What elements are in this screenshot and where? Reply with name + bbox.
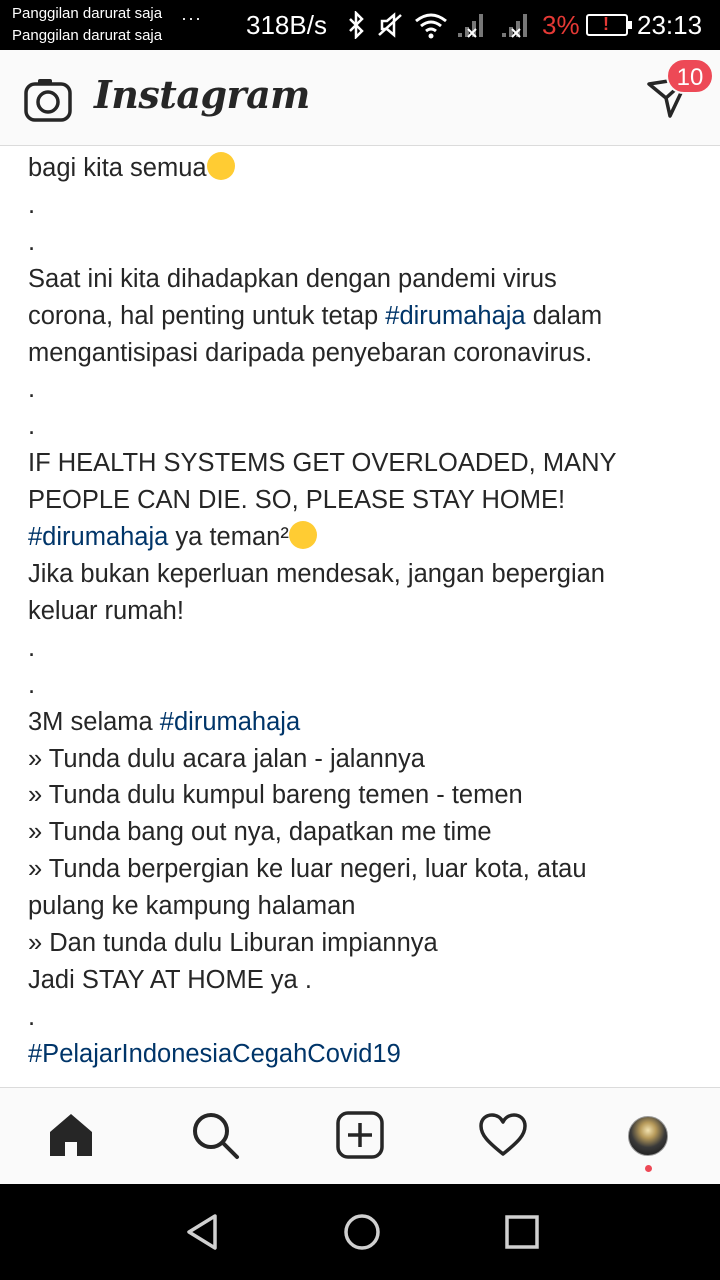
recents-square-icon[interactable] (502, 1212, 542, 1257)
hashtag-link[interactable]: #dirumahaja (28, 523, 168, 551)
caption-text: corona, hal penting untuk tetap (28, 301, 386, 330)
caption-text: » Dan tunda dulu Liburan impiannya (28, 929, 438, 958)
caption-text: Jika bukan keperluan mendesak, jangan be… (28, 559, 605, 588)
caption-text: » Tunda berpergian ke luar negeri, luar … (28, 855, 587, 884)
bluetooth-icon (349, 11, 364, 39)
caption-text: . (28, 670, 36, 699)
battery-percent: 3% (542, 10, 580, 40)
caption-line: keluar rumah! (28, 593, 696, 630)
caption-text: PEOPLE CAN DIE. SO, PLEASE STAY HOME! (28, 486, 566, 515)
caption-line: . (28, 630, 696, 667)
caption-line: » Tunda berpergian ke luar negeri, luar … (28, 851, 696, 888)
carrier-text: Panggilan darurat saja Panggilan darurat… (12, 3, 162, 47)
caption-text: Jadi STAY AT HOME ya . (28, 965, 312, 994)
signal-1-icon (458, 14, 483, 38)
back-icon[interactable] (183, 1212, 223, 1257)
caption-line: #PelajarIndonesiaCegahCovid19 (28, 1036, 696, 1073)
caption-line: mengantisipasi daripada penyebaran coron… (28, 335, 696, 372)
caption-line: #dirumahaja ya teman² (28, 519, 696, 556)
caption-line: Jadi STAY AT HOME ya . (28, 962, 696, 999)
status-icons (346, 10, 536, 40)
carrier-line-2: Panggilan darurat saja (12, 27, 163, 44)
mute-icon (378, 12, 402, 38)
hashtag-link[interactable]: #dirumahaja (385, 302, 525, 330)
hashtag-link[interactable]: #PelajarIndonesiaCegahCovid19 (28, 1040, 401, 1068)
network-speed: 318B/s (246, 10, 327, 40)
app-header: Instagram 10 (0, 50, 720, 146)
post-caption: bagi kita semua.. Saat ini kita dihadapka… (28, 150, 696, 1080)
caption-text: . (28, 1002, 36, 1031)
caption-text: . (28, 227, 36, 256)
search-tab-icon[interactable] (190, 1110, 240, 1160)
signal-2-icon (502, 14, 527, 38)
caption-line: . (28, 408, 696, 445)
carrier-line-1: Panggilan darurat saja (12, 5, 163, 22)
caption-text: . (28, 412, 36, 441)
caption-line: » Tunda bang out nya, dapatkan me time (28, 814, 696, 851)
clock: 23:13 (637, 10, 703, 40)
overflow-dots-icon: ··· (181, 8, 202, 28)
caption-line: corona, hal penting untuk tetap #dirumah… (28, 298, 696, 335)
status-bar: Panggilan darurat saja Panggilan darurat… (0, 0, 720, 50)
wifi-icon (415, 13, 447, 39)
profile-notification-dot (645, 1165, 652, 1172)
activity-heart-icon[interactable] (478, 1110, 528, 1160)
hashtag-link[interactable]: #dirumahaja (160, 708, 300, 736)
camera-icon[interactable] (24, 78, 72, 127)
caption-text: . (28, 633, 36, 662)
caption-text: bagi kita semua (28, 154, 207, 182)
caption-line: . (28, 999, 696, 1036)
new-post-tab-icon[interactable] (335, 1110, 385, 1160)
caption-line: bagi kita semua (28, 150, 696, 187)
caption-line: . (28, 667, 696, 704)
caption-text: dalam (525, 301, 603, 330)
emoji-icon (206, 152, 235, 180)
caption-line: . (28, 224, 696, 261)
caption-text: » Tunda dulu kumpul bareng temen - temen (28, 781, 523, 810)
home-tab-icon[interactable] (46, 1110, 96, 1160)
caption-line: Jika bukan keperluan mendesak, jangan be… (28, 556, 696, 593)
instagram-logo: Instagram (94, 72, 310, 117)
caption-text: mengantisipasi daripada penyebaran coron… (28, 338, 593, 367)
caption-text: Saat ini kita dihadapkan dengan pandemi … (28, 264, 557, 293)
caption-line: PEOPLE CAN DIE. SO, PLEASE STAY HOME! (28, 482, 696, 519)
profile-avatar[interactable] (628, 1116, 668, 1156)
caption-text: IF HEALTH SYSTEMS GET OVERLOADED, MANY (28, 449, 617, 478)
battery-icon: ! (586, 14, 632, 36)
caption-line: » Tunda dulu kumpul bareng temen - temen (28, 777, 696, 814)
caption-text: » Tunda dulu acara jalan - jalannya (28, 744, 425, 773)
caption-text: keluar rumah! (28, 596, 184, 625)
caption-text: » Tunda bang out nya, dapatkan me time (28, 818, 492, 847)
caption-text: . (28, 375, 36, 404)
caption-line: pulang ke kampung halaman (28, 888, 696, 925)
caption-line: IF HEALTH SYSTEMS GET OVERLOADED, MANY (28, 445, 696, 482)
caption-line: . (28, 187, 696, 224)
system-nav-bar (0, 1184, 720, 1280)
caption-line: 3M selama #dirumahaja (28, 704, 696, 741)
caption-line: . (28, 371, 696, 408)
emoji-icon (288, 521, 317, 550)
caption-text: . (28, 190, 36, 219)
caption-text: ya teman² (168, 523, 289, 552)
caption-text: 3M selama (28, 707, 160, 736)
bottom-tab-bar (0, 1087, 720, 1184)
caption-text: pulang ke kampung halaman (28, 892, 356, 921)
home-circle-icon[interactable] (342, 1212, 382, 1257)
caption-line: Saat ini kita dihadapkan dengan pandemi … (28, 261, 696, 298)
notification-badge: 10 (666, 58, 714, 94)
caption-line: » Dan tunda dulu Liburan impiannya (28, 925, 696, 962)
caption-line: » Tunda dulu acara jalan - jalannya (28, 741, 696, 778)
battery-alert: ! (603, 14, 609, 34)
